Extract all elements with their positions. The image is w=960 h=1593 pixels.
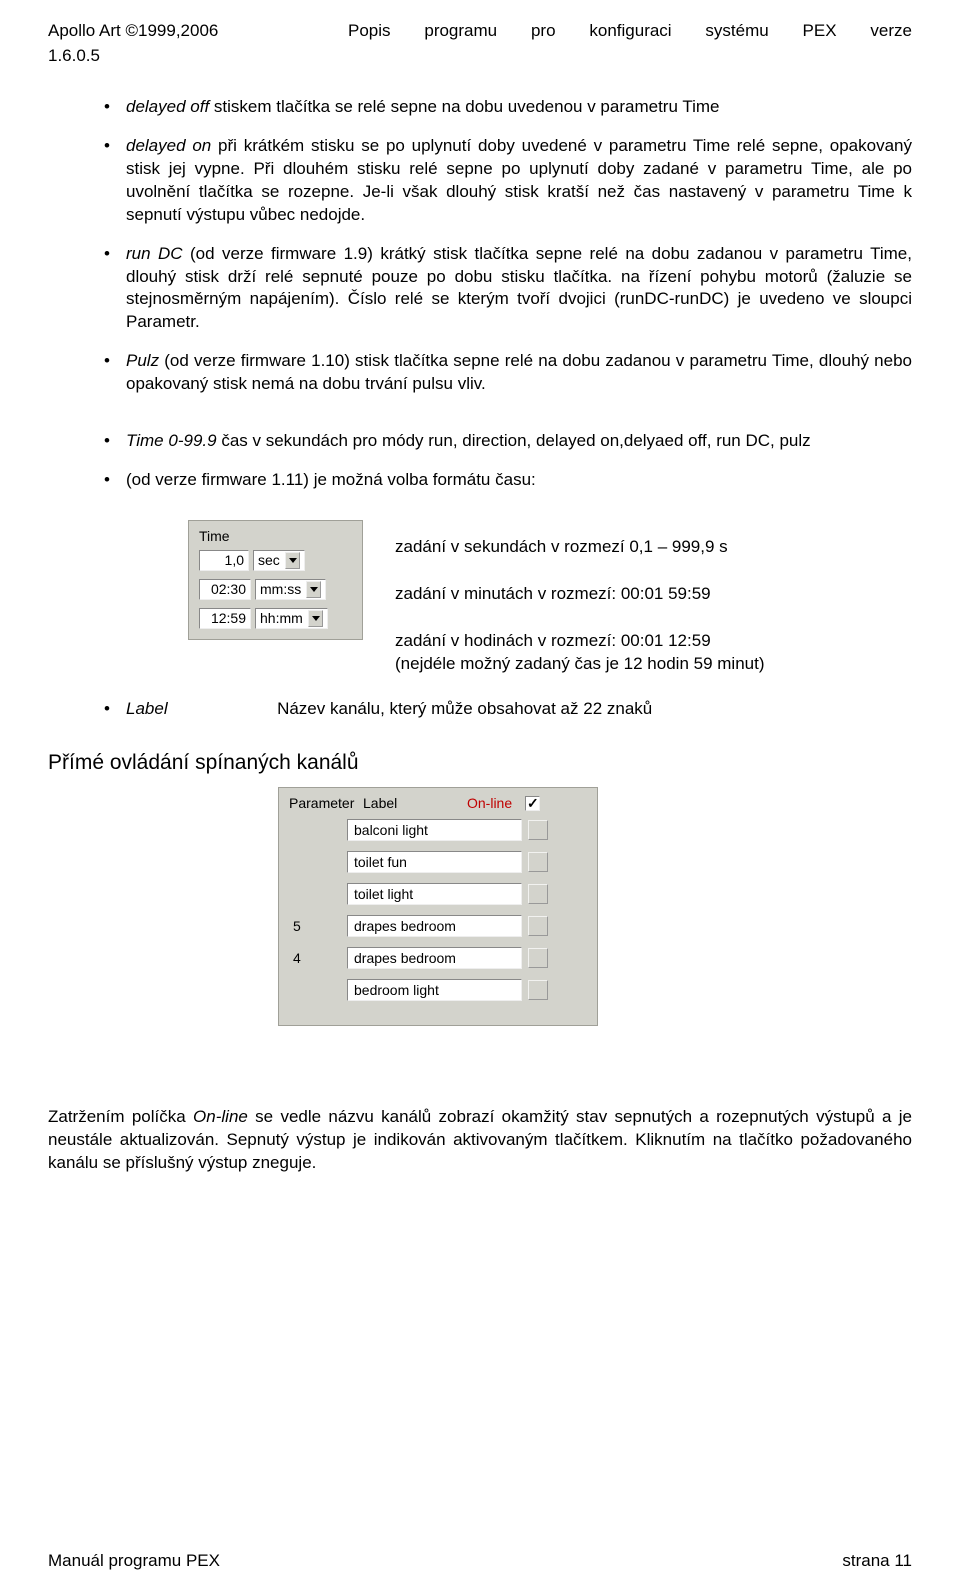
list-item: delayed off stiskem tlačítka se relé sep… bbox=[98, 96, 912, 119]
bullet-text: (od verze firmware 1.9) krátký stisk tla… bbox=[126, 244, 912, 332]
bullet-range: 0-99.9 bbox=[168, 431, 216, 450]
col-parameter: Parameter bbox=[289, 794, 363, 813]
online-word: On-line bbox=[193, 1107, 248, 1126]
time-row: 02:30 mm:ss bbox=[199, 579, 352, 600]
time-format-block: Time 1,0 sec 02:30 mm:ss 12:59 hh:mm zadání v… bbox=[98, 520, 912, 676]
time-panel: Time 1,0 sec 02:30 mm:ss 12:59 hh:mm bbox=[188, 520, 363, 640]
bullet-list-2: Time 0-99.9 čas v sekundách pro módy run… bbox=[98, 430, 912, 492]
footer-left: Manuál programu PEX bbox=[48, 1550, 220, 1573]
channel-state-button[interactable] bbox=[528, 820, 548, 840]
bullet-lead: delayed on bbox=[126, 136, 211, 155]
table-row: toilet light bbox=[289, 883, 587, 905]
time-row: 12:59 hh:mm bbox=[199, 608, 352, 629]
channel-state-button[interactable] bbox=[528, 884, 548, 904]
footer-right: strana 11 bbox=[842, 1550, 912, 1573]
bullet-text: stiskem tlačítka se relé sepne na dobu u… bbox=[214, 97, 720, 116]
param-value: 4 bbox=[289, 949, 341, 968]
bullet-lead: delayed off bbox=[126, 97, 209, 116]
time-value-input[interactable]: 1,0 bbox=[199, 550, 249, 571]
time-value-input[interactable]: 02:30 bbox=[199, 579, 251, 600]
chevron-down-icon[interactable] bbox=[285, 552, 300, 569]
main-content: delayed off stiskem tlačítka se relé sep… bbox=[48, 96, 912, 721]
list-item: run DC (od verze firmware 1.9) krátký st… bbox=[98, 243, 912, 335]
time-unit-select[interactable]: hh:mm bbox=[255, 608, 328, 629]
time-panel-title: Time bbox=[199, 527, 352, 546]
list-item: (od verze firmware 1.11) je možná volba … bbox=[98, 469, 912, 492]
online-note-prefix: Zatržením políčka bbox=[48, 1107, 193, 1126]
channel-state-button[interactable] bbox=[528, 916, 548, 936]
online-checkbox[interactable] bbox=[525, 796, 540, 811]
bullet-text: (od verze firmware 1.10) stisk tlačítka … bbox=[126, 351, 912, 393]
doc-header: Apollo Art ©1999,2006 Popis programu pro… bbox=[48, 20, 912, 43]
label-desc: Název kanálu, který může obsahovat až 22… bbox=[277, 699, 652, 718]
bullet-lead: Time bbox=[126, 431, 164, 450]
channel-state-button[interactable] bbox=[528, 948, 548, 968]
list-item: Time 0-99.9 čas v sekundách pro módy run… bbox=[98, 430, 912, 453]
chevron-down-icon[interactable] bbox=[308, 610, 323, 627]
chevron-down-icon[interactable] bbox=[306, 581, 321, 598]
bullet-text: čas v sekundách pro módy run, direction,… bbox=[221, 431, 810, 450]
channel-label-input[interactable]: balconi light bbox=[347, 819, 522, 841]
channels-panel: Parameter Label On-line balconi light toi… bbox=[278, 787, 598, 1026]
section-heading: Přímé ovládání spínaných kanálů bbox=[48, 749, 912, 777]
channel-label-input[interactable]: toilet fun bbox=[347, 851, 522, 873]
time-unit-text: mm:ss bbox=[260, 581, 301, 598]
time-unit-select[interactable]: mm:ss bbox=[255, 579, 326, 600]
list-item: Pulz (od verze firmware 1.10) stisk tlač… bbox=[98, 350, 912, 396]
header-left: Apollo Art ©1999,2006 bbox=[48, 20, 348, 43]
table-row: balconi light bbox=[289, 819, 587, 841]
page-footer: Manuál programu PEX strana 11 bbox=[48, 1550, 912, 1573]
time-desc-line: zadání v minutách v rozmezí: 00:01 59:59 bbox=[395, 583, 912, 606]
time-desc-line: zadání v sekundách v rozmezí 0,1 – 999,9… bbox=[395, 536, 912, 559]
table-row: bedroom light bbox=[289, 979, 587, 1001]
bullet-list-1: delayed off stiskem tlačítka se relé sep… bbox=[98, 96, 912, 396]
col-label: Label bbox=[363, 794, 467, 813]
time-value-input[interactable]: 12:59 bbox=[199, 608, 251, 629]
list-item: Label Název kanálu, který může obsahovat… bbox=[98, 698, 912, 721]
channel-label-input[interactable]: toilet light bbox=[347, 883, 522, 905]
bullet-text: při krátkém stisku se po uplynutí doby u… bbox=[126, 136, 912, 224]
col-online: On-line bbox=[467, 794, 525, 813]
bullet-lead: Pulz bbox=[126, 351, 159, 370]
time-row: 1,0 sec bbox=[199, 550, 352, 571]
table-row: toilet fun bbox=[289, 851, 587, 873]
channels-header: Parameter Label On-line bbox=[289, 794, 587, 813]
param-value: 5 bbox=[289, 917, 341, 936]
time-descriptions: zadání v sekundách v rozmezí 0,1 – 999,9… bbox=[395, 520, 912, 676]
channel-label-input[interactable]: bedroom light bbox=[347, 979, 522, 1001]
channel-label-input[interactable]: drapes bedroom bbox=[347, 915, 522, 937]
bullet-text: (od verze firmware 1.11) je možná volba … bbox=[126, 470, 536, 489]
table-row: 4 drapes bedroom bbox=[289, 947, 587, 969]
time-unit-select[interactable]: sec bbox=[253, 550, 305, 571]
header-version: 1.6.0.5 bbox=[48, 45, 912, 68]
time-unit-text: hh:mm bbox=[260, 610, 303, 627]
channel-state-button[interactable] bbox=[528, 852, 548, 872]
list-item: delayed on při krátkém stisku se po uply… bbox=[98, 135, 912, 227]
time-unit-text: sec bbox=[258, 552, 280, 569]
bullet-lead: run DC bbox=[126, 244, 183, 263]
channel-label-input[interactable]: drapes bedroom bbox=[347, 947, 522, 969]
time-desc-line: zadání v hodinách v rozmezí: 00:01 12:59… bbox=[395, 630, 912, 676]
channel-state-button[interactable] bbox=[528, 980, 548, 1000]
label-lead: Label bbox=[126, 699, 168, 718]
label-bullet: Label Název kanálu, který může obsahovat… bbox=[98, 698, 912, 721]
bottom-paragraph: Zatržením políčka On-line se vedle názvu… bbox=[48, 1106, 912, 1175]
header-center: Popis programu pro konfiguraci systému P… bbox=[348, 20, 912, 43]
table-row: 5 drapes bedroom bbox=[289, 915, 587, 937]
